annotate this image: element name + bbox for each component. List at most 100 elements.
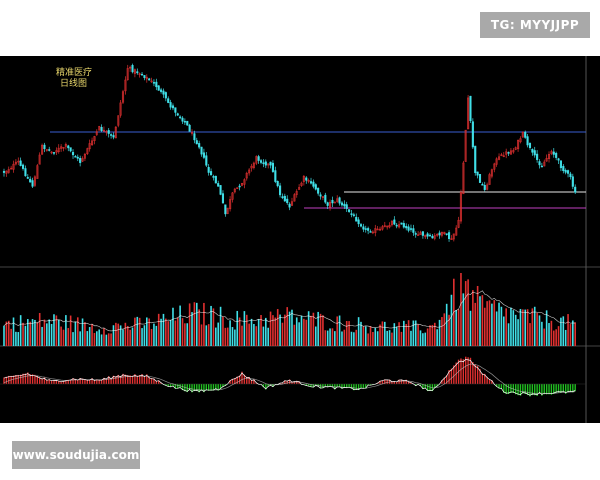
volume-bar <box>324 330 327 346</box>
volume-bar <box>300 315 303 346</box>
candle-body <box>74 156 77 158</box>
candle-body <box>369 231 372 233</box>
candle-body <box>367 228 370 231</box>
volume-bar <box>41 326 43 346</box>
macd-bar <box>538 384 541 394</box>
macd-bar <box>555 384 557 393</box>
volume-bar <box>381 321 384 346</box>
volume-bar <box>529 323 531 346</box>
candle-body <box>428 234 432 237</box>
macd-bar <box>12 375 15 384</box>
candle-body <box>571 176 574 187</box>
volume-bar <box>72 332 74 346</box>
volume-bar <box>215 327 217 346</box>
candle-body <box>286 198 289 204</box>
volume-bar <box>574 322 576 346</box>
candle-body <box>31 180 34 187</box>
volume-bar <box>543 328 546 346</box>
volume-bar <box>536 312 538 346</box>
macd-bar <box>124 374 127 384</box>
candle-body <box>160 89 163 92</box>
volume-bar <box>388 330 391 346</box>
macd-bar <box>574 384 576 392</box>
volume-bar <box>231 327 234 346</box>
candle-body <box>343 203 346 207</box>
volume-bar <box>150 328 153 346</box>
volume-bar <box>57 319 60 346</box>
candle-body <box>71 152 75 156</box>
candle-body <box>43 144 46 149</box>
candle-body <box>207 166 210 173</box>
candle-body <box>174 107 177 113</box>
candle-body <box>29 178 32 183</box>
volume-bar <box>34 319 36 346</box>
candle-body <box>136 71 139 74</box>
candle-body <box>157 85 160 91</box>
volume-bar <box>67 328 70 346</box>
volume-bar <box>303 318 305 346</box>
volume-bar <box>86 331 89 346</box>
candle-body <box>210 171 213 176</box>
volume-bar <box>343 329 346 346</box>
volume-bar <box>312 312 315 346</box>
candle-body <box>24 168 27 177</box>
volume-bar <box>286 307 289 346</box>
macd-bar <box>462 359 465 384</box>
volume-bar <box>538 315 541 346</box>
candlestick-chart: 精准医疗 日线图 <box>0 56 600 423</box>
volume-bar <box>46 323 48 346</box>
macd-bar <box>524 384 526 394</box>
volume-bar <box>426 328 429 346</box>
candle-body <box>276 181 279 187</box>
volume-bar <box>5 321 8 346</box>
candle-body <box>148 78 151 81</box>
volume-bar <box>519 308 522 346</box>
volume-bar <box>476 285 479 346</box>
candle-body <box>195 140 198 145</box>
candle-body <box>474 145 477 173</box>
candle-body <box>357 219 360 225</box>
macd-bar <box>19 374 22 384</box>
candle-body <box>448 232 451 239</box>
candle-body <box>179 116 182 119</box>
candle-body <box>198 143 201 148</box>
candle-body <box>414 233 417 235</box>
candle-body <box>359 224 363 227</box>
volume-bar <box>198 309 200 346</box>
macd-bar <box>136 375 138 384</box>
candle-body <box>531 149 534 153</box>
volume-bar <box>191 312 193 346</box>
volume-bar <box>176 317 179 346</box>
candle-body <box>528 143 532 148</box>
candle-body <box>405 226 408 229</box>
volume-bar <box>367 333 369 346</box>
candle-body <box>364 228 367 230</box>
volume-bar <box>419 330 422 346</box>
candle-body <box>200 146 203 155</box>
volume-bar <box>345 321 348 346</box>
volume-bar <box>572 320 574 346</box>
volume-bar <box>172 307 174 346</box>
candle-body <box>421 231 424 236</box>
candle-body <box>557 158 560 161</box>
candle-body <box>264 161 267 166</box>
volume-bar <box>219 306 222 346</box>
volume-bar <box>186 323 189 346</box>
macd-bar <box>517 384 519 396</box>
volume-bar <box>153 323 155 346</box>
volume-bar <box>105 334 108 346</box>
volume-bar <box>384 321 386 346</box>
volume-bar <box>241 325 243 346</box>
candle-body <box>176 113 179 116</box>
volume-bar <box>167 321 170 346</box>
candle-body <box>2 170 6 173</box>
volume-bar <box>269 311 272 346</box>
candle-body <box>76 156 79 159</box>
volume-bar <box>38 313 41 346</box>
volume-bar <box>229 320 231 346</box>
site-watermark: www.soudujia.com <box>12 441 140 469</box>
volume-bar <box>50 323 53 346</box>
candle-body <box>48 149 51 151</box>
volume-bar <box>307 311 310 346</box>
candle-body <box>314 184 317 190</box>
